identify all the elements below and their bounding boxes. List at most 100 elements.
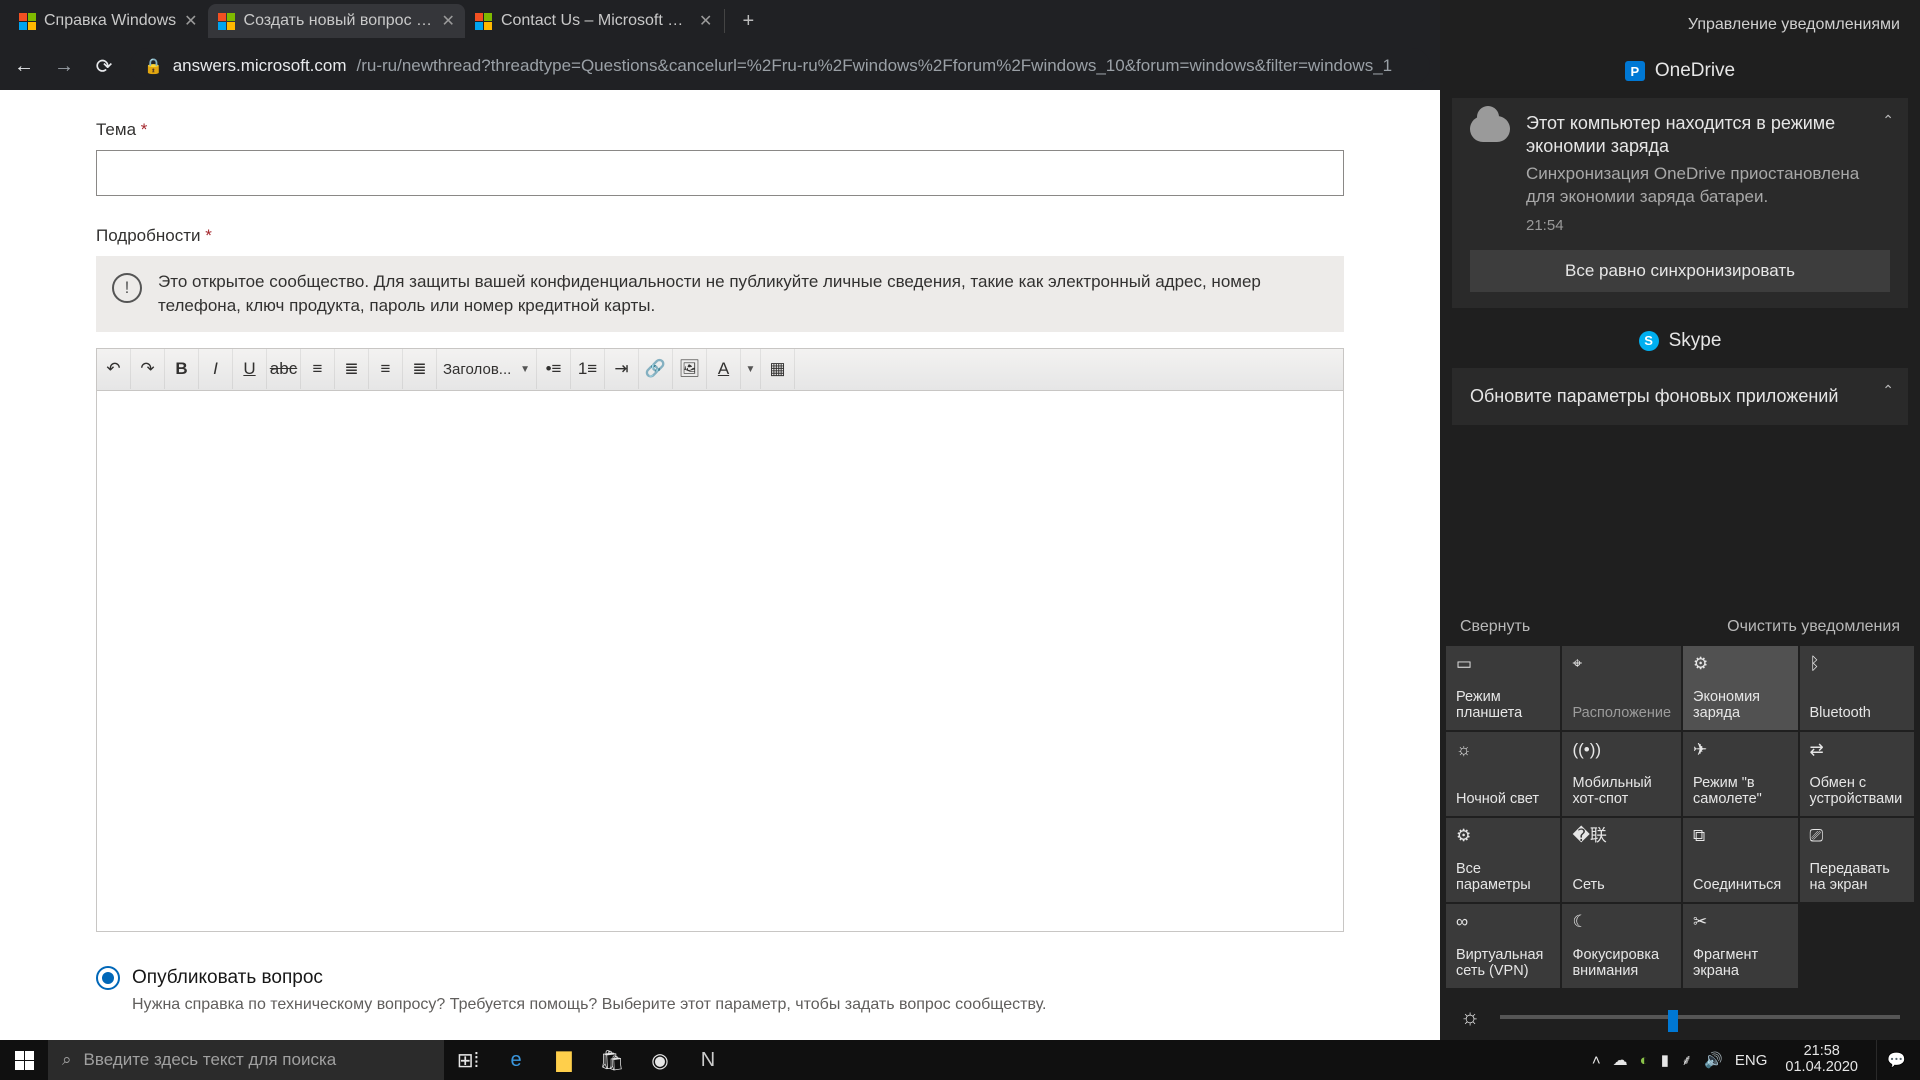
tile-vpn[interactable]: ∞Виртуальная сеть (VPN) [1446, 904, 1560, 988]
tile-hotspot[interactable]: ((•))Мобильный хот-спот [1562, 732, 1681, 816]
onedrive-notification[interactable]: ⌃ Этот компьютер находится в режиме экон… [1452, 98, 1908, 308]
tab-1[interactable]: Справка Windows ✕ [8, 4, 208, 38]
onedrive-icon: P [1625, 61, 1645, 81]
close-icon[interactable]: ✕ [699, 11, 712, 31]
tile-tablet-mode[interactable]: ▭Режим планшета [1446, 646, 1560, 730]
skype-icon: S [1639, 331, 1659, 351]
image-button[interactable]: 🖼 [673, 349, 707, 389]
slider-thumb[interactable] [1668, 1010, 1678, 1032]
tray-onedrive-icon[interactable]: ☁ [1613, 1051, 1628, 1069]
back-button[interactable]: ← [10, 52, 38, 80]
tray-volume-icon[interactable]: 🔊 [1704, 1051, 1723, 1069]
chevron-up-icon[interactable]: ⌃ [1882, 382, 1894, 399]
address-bar: ← → ⟳ 🔒 answers.microsoft.com/ru-ru/newt… [0, 42, 1440, 90]
manage-notifications[interactable]: Управление уведомлениями [1440, 0, 1920, 44]
tile-connect[interactable]: ⧉Соединиться [1683, 818, 1797, 902]
tile-bluetooth[interactable]: ᛒBluetooth [1800, 646, 1914, 730]
collapse-button[interactable]: Свернуть [1460, 618, 1530, 636]
align-left-button[interactable]: ≡ [301, 349, 335, 389]
ms-favicon [475, 12, 493, 30]
tray-chevron-icon[interactable]: ˄ [1592, 1052, 1601, 1069]
url-host: answers.microsoft.com [173, 56, 347, 76]
store-app[interactable]: 🛍 [588, 1040, 636, 1080]
tile-battery-saver[interactable]: ⚙Экономия заряда [1683, 646, 1797, 730]
notif-title: Обновите параметры фоновых приложений [1470, 386, 1890, 407]
app-n[interactable]: N [684, 1040, 732, 1080]
tray-lang[interactable]: ENG [1735, 1052, 1768, 1069]
task-view-button[interactable]: ⊞⁞ [444, 1040, 492, 1080]
url-path: /ru-ru/newthread?threadtype=Questions&ca… [357, 56, 1393, 76]
undo-button[interactable]: ↶ [97, 349, 131, 389]
notif-title: Этот компьютер находится в режиме эконом… [1526, 112, 1890, 159]
tile-snip[interactable]: ✂Фрагмент экрана [1683, 904, 1797, 988]
subject-label: Тема * [96, 120, 1344, 140]
action-center: Управление уведомлениями P OneDrive ⌃ Эт… [1440, 0, 1920, 1040]
tile-project[interactable]: ⎚Передавать на экран [1800, 818, 1914, 902]
publish-label: Опубликовать вопрос [132, 967, 323, 989]
clear-all-button[interactable]: Очистить уведомления [1727, 618, 1900, 636]
font-color-arrow[interactable]: ▼ [741, 349, 761, 389]
tile-network[interactable]: �联Сеть [1562, 818, 1681, 902]
ms-favicon [218, 12, 236, 30]
tile-airplane[interactable]: ✈Режим "в самолете" [1683, 732, 1797, 816]
taskbar-search[interactable]: ⌕ Введите здесь текст для поиска [48, 1040, 444, 1080]
tray-clock[interactable]: 21:58 01.04.2020 [1779, 1044, 1864, 1076]
forward-button[interactable]: → [50, 52, 78, 80]
link-button[interactable]: 🔗 [639, 349, 673, 389]
editor-textarea[interactable] [97, 391, 1343, 931]
underline-button[interactable]: U [233, 349, 267, 389]
justify-button[interactable]: ≣ [403, 349, 437, 389]
align-right-button[interactable]: ≡ [369, 349, 403, 389]
bold-button[interactable]: B [165, 349, 199, 389]
indent-button[interactable]: ⇥ [605, 349, 639, 389]
tile-night-light[interactable]: ☼Ночной свет [1446, 732, 1560, 816]
reload-button[interactable]: ⟳ [90, 52, 118, 80]
search-icon: ⌕ [62, 1050, 72, 1070]
start-button[interactable] [0, 1040, 48, 1080]
chrome-app[interactable]: ◉ [636, 1040, 684, 1080]
table-button[interactable]: ▦ [761, 349, 795, 389]
action-center-button[interactable]: 💬 [1876, 1040, 1916, 1080]
strike-button[interactable]: abc [267, 349, 301, 389]
new-tab-button[interactable]: + [733, 6, 763, 36]
sync-anyway-button[interactable]: Все равно синхронизировать [1470, 250, 1890, 292]
tray-wifi-icon[interactable]: ⸙ [1681, 1050, 1692, 1070]
italic-button[interactable]: I [199, 349, 233, 389]
tray-battery-icon[interactable]: ▮ [1661, 1051, 1669, 1069]
tray-security-icon[interactable]: ◐ [1640, 1052, 1649, 1069]
font-color-button[interactable]: A [707, 349, 741, 389]
url-box[interactable]: 🔒 answers.microsoft.com/ru-ru/newthread?… [130, 48, 1430, 84]
tab-separator [724, 9, 725, 33]
radio-icon [96, 966, 120, 990]
publish-help: Нужна справка по техническому вопросу? Т… [132, 996, 1344, 1014]
onedrive-header: P OneDrive [1452, 44, 1908, 98]
redo-button[interactable]: ↷ [131, 349, 165, 389]
subject-input[interactable] [96, 150, 1344, 196]
tile-focus-assist[interactable]: ☾Фокусировка внимания [1562, 904, 1681, 988]
close-icon[interactable]: ✕ [184, 11, 197, 31]
publish-radio[interactable]: Опубликовать вопрос [96, 966, 1344, 990]
tab-2-active[interactable]: Создать новый вопрос или нач ✕ [208, 4, 465, 38]
tab-bar: Справка Windows ✕ Создать новый вопрос и… [0, 0, 1440, 42]
skype-notification[interactable]: ⌃ Обновите параметры фоновых приложений [1452, 368, 1908, 425]
tile-all-settings[interactable]: ⚙Все параметры [1446, 818, 1560, 902]
number-list-button[interactable]: 1≡ [571, 349, 605, 389]
edge-app[interactable]: e [492, 1040, 540, 1080]
bullet-list-button[interactable]: •≡ [537, 349, 571, 389]
tile-location[interactable]: ⌖Расположение [1562, 646, 1681, 730]
info-text: Это открытое сообщество. Для защиты ваше… [158, 270, 1328, 318]
slider-track[interactable] [1500, 1015, 1900, 1019]
tile-nearby-share[interactable]: ⇄Обмен с устройствами [1800, 732, 1914, 816]
heading-dropdown[interactable]: Заголов...▼ [437, 349, 537, 389]
details-label: Подробности * [96, 226, 1344, 246]
rich-editor: ↶ ↷ B I U abc ≡ ≣ ≡ ≣ Заголов...▼ •≡ 1≡ … [96, 348, 1344, 932]
close-icon[interactable]: ✕ [442, 11, 455, 31]
skype-header: S Skype [1452, 314, 1908, 368]
explorer-app[interactable]: ▇ [540, 1040, 588, 1080]
align-center-button[interactable]: ≣ [335, 349, 369, 389]
notif-sub: Синхронизация OneDrive приостановлена дл… [1526, 163, 1890, 209]
tab-3[interactable]: Contact Us – Microsoft Support ✕ [465, 4, 722, 38]
info-icon: ! [112, 273, 142, 303]
chevron-up-icon[interactable]: ⌃ [1882, 112, 1894, 129]
brightness-slider[interactable]: ☼ [1440, 988, 1920, 1040]
